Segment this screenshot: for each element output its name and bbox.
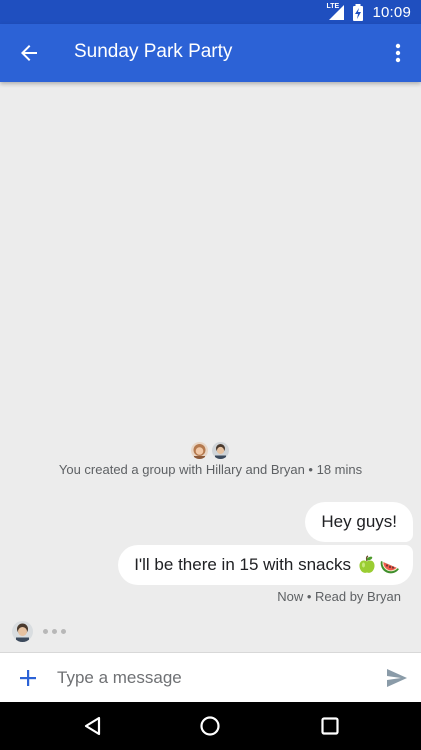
message-bubble[interactable]: Hey guys! <box>305 502 413 542</box>
typing-dot <box>52 628 57 634</box>
status-bar: LTE 10:09 <box>0 0 421 24</box>
lte-label: LTE <box>326 3 340 10</box>
battery-charging-icon <box>353 3 364 21</box>
message-emoji <box>357 555 401 575</box>
compose-bar <box>0 652 421 703</box>
nav-recents-button[interactable] <box>318 714 342 738</box>
message-text: I'll be there in 15 with snacks <box>134 555 351 574</box>
message-bubble[interactable]: I'll be there in 15 with snacks <box>118 545 413 585</box>
green-apple-icon <box>359 555 375 573</box>
back-button[interactable] <box>12 36 46 70</box>
more-vert-icon <box>395 43 401 63</box>
plus-icon <box>20 670 36 686</box>
avatar-typing-image <box>12 620 33 642</box>
avatar-bryan[interactable] <box>212 442 229 459</box>
nav-home-button[interactable] <box>198 714 222 738</box>
typing-indicator <box>12 620 66 642</box>
group-created-message: You created a group with Hillary and Bry… <box>58 462 363 477</box>
nav-recents-icon <box>321 717 339 735</box>
add-attachment-button[interactable] <box>12 662 44 694</box>
avatar-hillary[interactable] <box>191 442 208 459</box>
message-text: Hey guys! <box>321 512 397 531</box>
back-arrow-icon <box>21 45 37 61</box>
watermelon-icon <box>380 561 399 574</box>
typing-dot <box>61 628 66 634</box>
conversation-title: Sunday Park Party <box>74 41 233 62</box>
more-options-button[interactable] <box>383 36 413 70</box>
message-status: Now • Read by Bryan <box>277 589 401 604</box>
typing-dots <box>43 628 66 634</box>
send-button[interactable] <box>383 664 411 692</box>
typing-dot <box>43 628 48 634</box>
avatar-typing[interactable] <box>12 620 33 642</box>
message-input[interactable] <box>57 663 357 693</box>
send-icon <box>387 669 407 687</box>
avatar-bryan-image <box>212 442 229 459</box>
status-icons: LTE 10:09 <box>326 3 411 21</box>
group-avatars <box>191 442 231 460</box>
nav-back-button[interactable] <box>80 714 104 738</box>
nav-back-icon <box>84 716 101 736</box>
avatar-hillary-image <box>191 442 208 459</box>
nav-home-icon <box>200 716 220 736</box>
lte-signal-icon: LTE <box>326 3 345 20</box>
app-bar: Sunday Park Party <box>0 24 421 82</box>
conversation-area[interactable]: You created a group with Hillary and Bry… <box>0 82 421 652</box>
status-time: 10:09 <box>372 3 411 21</box>
system-nav-bar <box>0 702 421 750</box>
